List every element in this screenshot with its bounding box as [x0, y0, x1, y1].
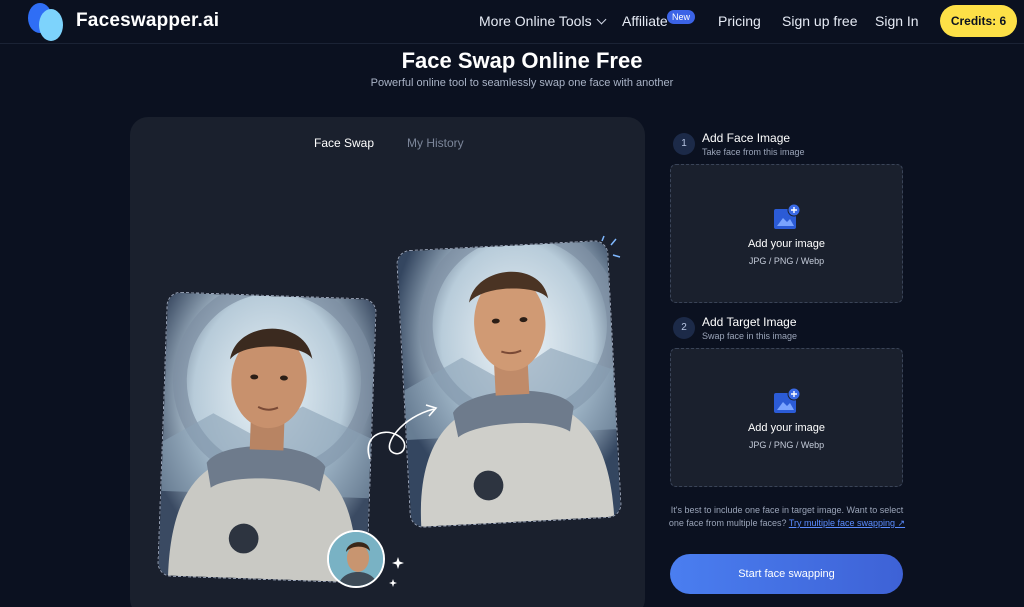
multiple-face-swapping-link[interactable]: Try multiple face swapping ↗ [789, 518, 905, 528]
result-example-image [395, 239, 623, 529]
start-face-swapping-button[interactable]: Start face swapping [670, 554, 903, 594]
sign-up-link[interactable]: Sign up free [782, 13, 858, 29]
tab-my-history[interactable]: My History [407, 136, 464, 150]
step-1-number: 1 [673, 133, 695, 155]
add-image-icon [774, 203, 801, 229]
face-image-dropzone[interactable]: Add your image JPG / PNG / Webp [670, 164, 903, 303]
sign-in-link[interactable]: Sign In [875, 13, 919, 29]
step-1-subtitle: Take face from this image [702, 147, 805, 157]
star-sparkle-icon [389, 557, 404, 587]
top-navigation: Faceswapper.ai More Online Tools Affilia… [0, 0, 1024, 44]
chevron-down-icon [596, 14, 607, 25]
pricing-link[interactable]: Pricing [718, 13, 761, 29]
face-dropzone-formats: JPG / PNG / Webp [748, 256, 825, 266]
page-subtitle: Powerful online tool to seamlessly swap … [370, 77, 674, 89]
face-dropzone-label: Add your image [747, 238, 826, 250]
new-badge: New [667, 10, 696, 24]
affiliate-link[interactable]: Affiliate [622, 13, 668, 29]
step-1-title: Add Face Image [702, 131, 791, 145]
multiple-faces-note: It's best to include one face in target … [668, 504, 906, 530]
logo-icon[interactable] [28, 3, 68, 41]
brand-name[interactable]: Faceswapper.ai [76, 10, 219, 32]
page-title: Face Swap Online Free [401, 48, 643, 73]
target-dropzone-formats: JPG / PNG / Webp [748, 440, 825, 450]
credits-button[interactable]: Credits: 6 [940, 5, 1017, 37]
more-online-tools-menu[interactable]: More Online Tools [479, 13, 607, 29]
swap-arrow-icon [367, 404, 438, 460]
add-image-icon [774, 387, 801, 413]
tab-face-swap[interactable]: Face Swap [314, 136, 374, 150]
sparkle-icon [601, 235, 621, 258]
preview-panel: Face Swap My History [130, 117, 645, 607]
step-2-number: 2 [673, 317, 695, 339]
target-dropzone-label: Add your image [747, 422, 826, 434]
face-thumbnail [327, 530, 385, 588]
target-image-dropzone[interactable]: Add your image JPG / PNG / Webp [670, 348, 903, 487]
step-2-subtitle: Swap face in this image [702, 331, 798, 341]
step-2-title: Add Target Image [702, 315, 797, 329]
more-online-tools-label: More Online Tools [479, 13, 592, 29]
